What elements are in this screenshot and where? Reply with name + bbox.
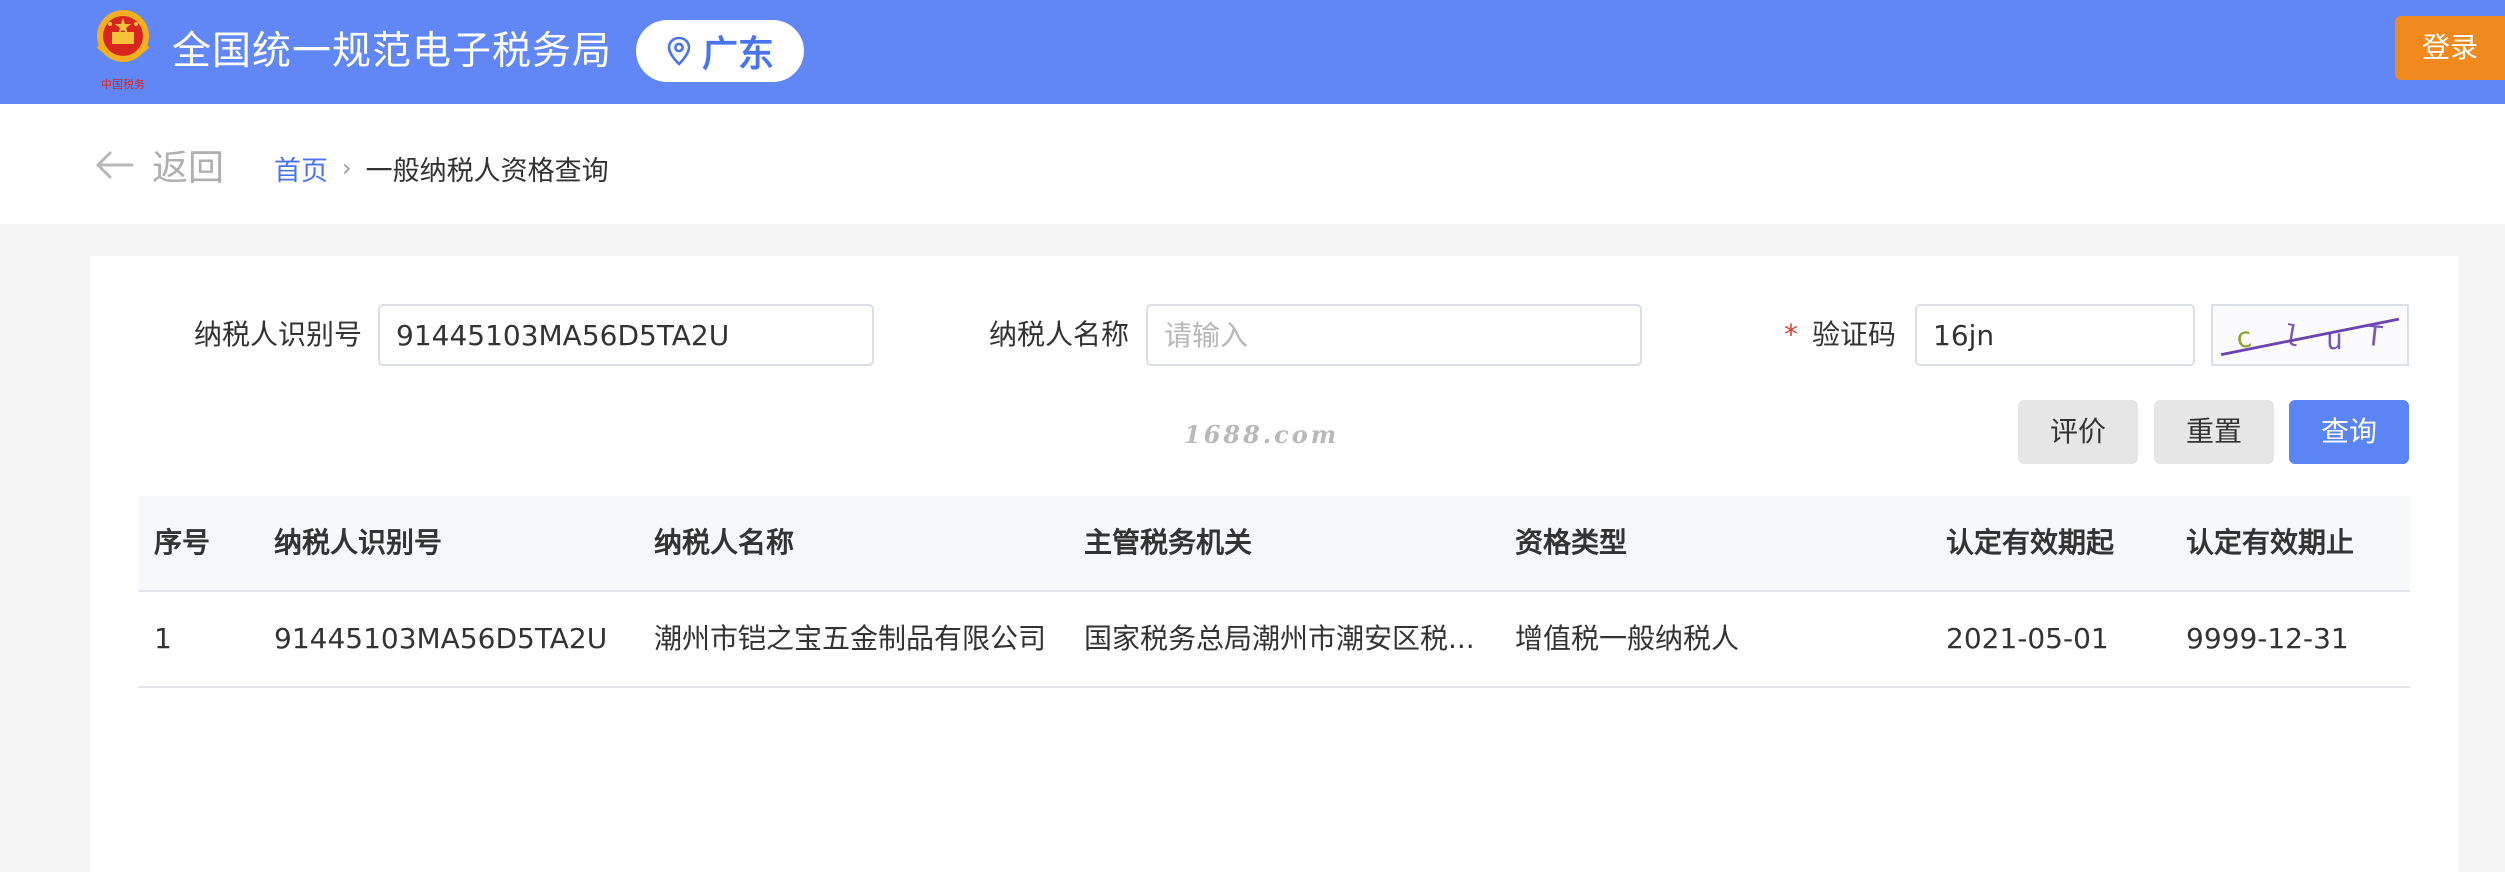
back-button[interactable]: 返回	[94, 140, 224, 190]
breadcrumb-home-link[interactable]: 首页	[274, 149, 328, 188]
captcha-char: u	[2326, 323, 2343, 356]
captcha-label: 验证码	[1812, 318, 1897, 351]
query-button[interactable]: 查询	[2289, 400, 2409, 464]
cell-qualification-type: 增值税一般纳税人	[1515, 622, 1740, 655]
table-header: 序号 纳税人识别号 纳税人名称 主管税务机关 资格类型 认定有效期起 认定有效期…	[138, 496, 2410, 592]
login-button[interactable]: 登录	[2395, 16, 2505, 80]
captcha-image[interactable]: c l u T	[2211, 304, 2409, 366]
taxpayer-name-input[interactable]	[1146, 304, 1642, 366]
results-table: 序号 纳税人识别号 纳税人名称 主管税务机关 资格类型 认定有效期起 认定有效期…	[138, 496, 2410, 688]
evaluate-button[interactable]: 评价	[2018, 400, 2138, 464]
location-pin-icon	[667, 36, 691, 66]
breadcrumb-current: 一般纳税人资格查询	[365, 155, 609, 187]
region-selector[interactable]: 广东	[636, 20, 804, 82]
taxpayer-id-label: 纳税人识别号	[194, 318, 363, 351]
cell-index: 1	[154, 622, 172, 655]
taxpayer-id-input[interactable]	[378, 304, 874, 366]
column-header-tax-authority: 主管税务机关	[1084, 526, 1253, 559]
breadcrumb: 首页 › 一般纳税人资格查询	[274, 148, 609, 188]
arrow-left-icon	[96, 151, 134, 179]
cell-tax-authority: 国家税务总局潮州市潮安区税...	[1084, 622, 1475, 655]
column-header-taxpayer-id: 纳税人识别号	[274, 526, 443, 559]
breadcrumb-bar: 返回 首页 › 一般纳税人资格查询	[0, 104, 2505, 224]
table-row[interactable]: 1 91445103MA56D5TA2U 潮州市铠之宝五金制品有限公司 国家税务…	[138, 592, 2410, 688]
required-mark: *	[1784, 318, 1798, 351]
cell-valid-from: 2021-05-01	[1946, 622, 2109, 655]
query-panel: 纳税人识别号 纳税人名称 * 验证码 c l u T 1688.com 评价 重置…	[90, 256, 2458, 872]
watermark: 1688.com	[1184, 420, 1340, 449]
site-title: 全国统一规范电子税务局	[172, 29, 613, 74]
column-header-valid-to: 认定有效期止	[2186, 526, 2355, 559]
top-header: 中国税务 全国统一规范电子税务局 广东 登录	[0, 0, 2505, 104]
column-header-valid-from: 认定有效期起	[1946, 526, 2115, 559]
column-header-taxpayer-name: 纳税人名称	[654, 526, 795, 559]
cell-valid-to: 9999-12-31	[2186, 622, 2349, 655]
breadcrumb-separator: ›	[342, 154, 352, 182]
captcha-input[interactable]	[1915, 304, 2195, 366]
taxpayer-name-label: 纳税人名称	[989, 318, 1130, 351]
tax-emblem-logo: 中国税务	[96, 10, 150, 91]
captcha-char: l	[2281, 318, 2303, 353]
svg-text:中国税务: 中国税务	[101, 77, 145, 91]
cell-taxpayer-name: 潮州市铠之宝五金制品有限公司	[654, 622, 1047, 655]
reset-button[interactable]: 重置	[2154, 400, 2274, 464]
captcha-label-group: * 验证码	[1784, 304, 1896, 366]
region-label: 广东	[701, 34, 774, 75]
back-label: 返回	[152, 148, 225, 189]
column-header-index: 序号	[154, 526, 211, 559]
cell-taxpayer-id: 91445103MA56D5TA2U	[274, 622, 608, 655]
column-header-qualification-type: 资格类型	[1515, 526, 1628, 559]
